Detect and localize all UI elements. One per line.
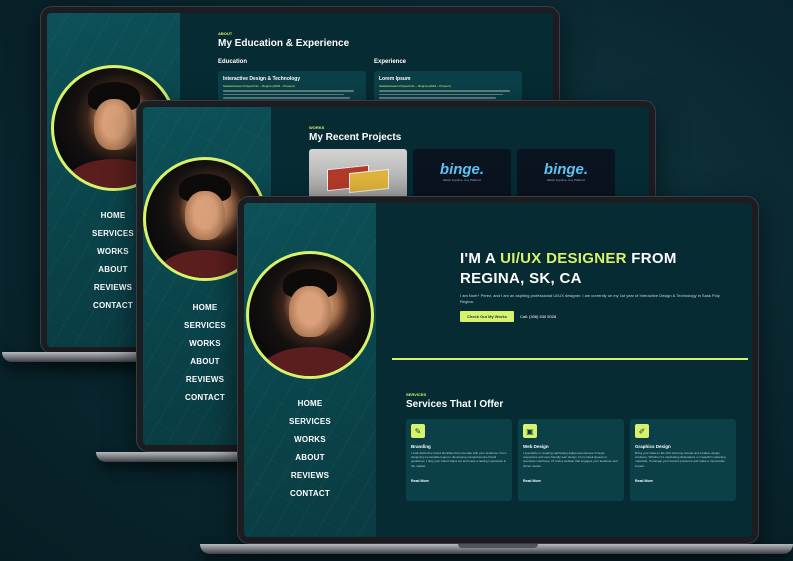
read-more-link[interactable]: Read More	[523, 479, 619, 483]
read-more-link[interactable]: Read More	[635, 479, 731, 483]
call-link[interactable]: Call: (306) 530 5028	[520, 314, 556, 319]
hero-suffix: FROM	[626, 250, 677, 267]
service-desc: I craft distinctive brand identities tha…	[411, 451, 507, 468]
service-desc: Bring your ideas to life with stunning v…	[635, 451, 726, 468]
service-card-web-design[interactable]: ▣ Web Design I specialize in creating ca…	[518, 419, 624, 501]
hero-prefix: I'M A	[460, 250, 501, 267]
check-works-button[interactable]: Check Out My Works	[460, 311, 514, 322]
profile-photo	[246, 251, 374, 379]
brush-icon: ✐	[635, 424, 649, 438]
hero-highlight: UI/UX DESIGNER	[500, 250, 627, 267]
main-content: I'M A UI/UX DESIGNER FROM REGINA, SK, CA…	[376, 203, 752, 537]
nav-works[interactable]: WORKS	[278, 435, 342, 453]
services-eyebrow: SERVICES	[406, 392, 427, 397]
nav-contact[interactable]: CONTACT	[278, 489, 342, 507]
laptop-front: HOME SERVICES WORKS ABOUT REVIEWS CONTAC…	[0, 0, 793, 561]
service-card-branding[interactable]: ✎ Branding I craft distinctive brand ide…	[406, 419, 512, 501]
service-title: Web Design	[523, 444, 549, 449]
hero-line2: REGINA, SK, CA	[460, 270, 582, 287]
laptop-front-bezel: HOME SERVICES WORKS ABOUT REVIEWS CONTAC…	[237, 196, 759, 544]
service-card-graphics-design[interactable]: ✐ Graphics Design Bring your ideas to li…	[630, 419, 736, 501]
laptop-front-base	[200, 544, 793, 554]
laptop-front-screen: HOME SERVICES WORKS ABOUT REVIEWS CONTAC…	[244, 203, 752, 537]
pen-icon: ✎	[411, 424, 425, 438]
sidebar-nav: HOME SERVICES WORKS ABOUT REVIEWS CONTAC…	[278, 399, 342, 507]
laptop-front-notch	[458, 544, 538, 548]
nav-services[interactable]: SERVICES	[278, 417, 342, 435]
hero-actions: Check Out My Works Call: (306) 530 5028	[460, 311, 556, 322]
read-more-link[interactable]: Read More	[411, 479, 507, 483]
hero-description: I am Noel+ Perez, and I am an aspiring p…	[460, 293, 720, 304]
nav-about[interactable]: ABOUT	[278, 453, 342, 471]
hero-heading: I'M A UI/UX DESIGNER FROM REGINA, SK, CA	[460, 249, 740, 289]
monitor-icon: ▣	[523, 424, 537, 438]
sidebar: HOME SERVICES WORKS ABOUT REVIEWS CONTAC…	[244, 203, 376, 537]
nav-home[interactable]: HOME	[278, 399, 342, 417]
services-title: Services That I Offer	[406, 399, 504, 410]
service-desc: I specialize in creating captivating dig…	[523, 451, 618, 468]
nav-reviews[interactable]: REVIEWS	[278, 471, 342, 489]
service-title: Branding	[411, 444, 431, 449]
hero-divider	[392, 358, 748, 360]
service-title: Graphics Design	[635, 444, 671, 449]
